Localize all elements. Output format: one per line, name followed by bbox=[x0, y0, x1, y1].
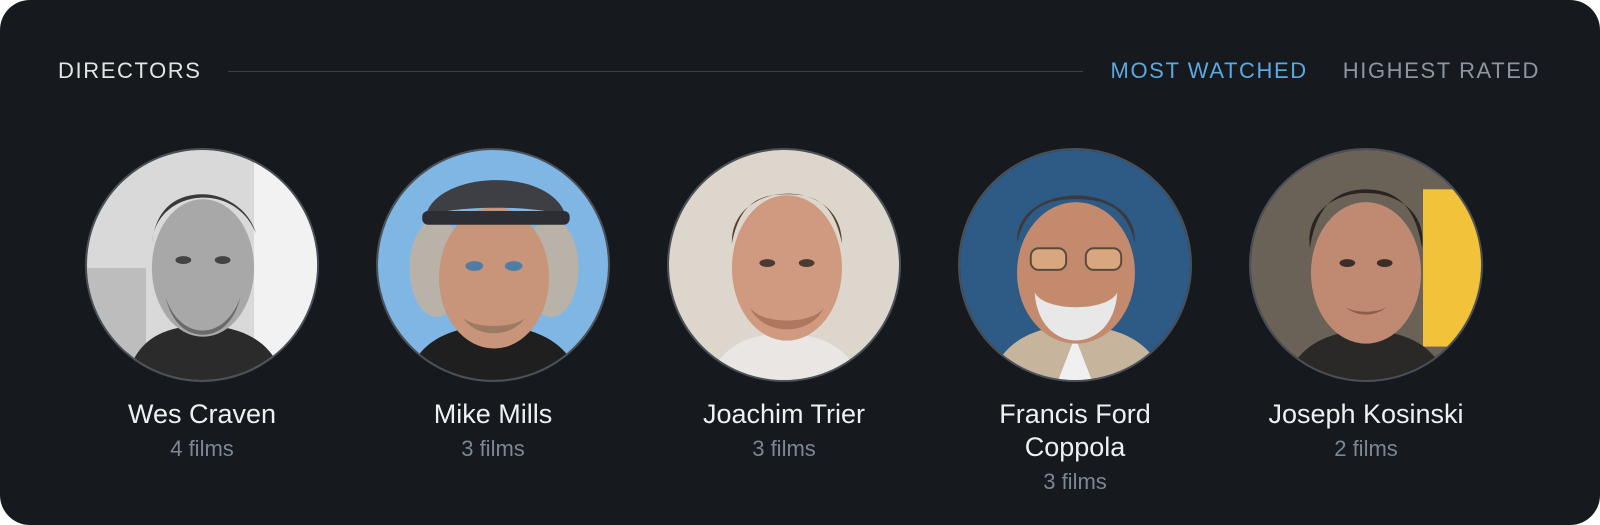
director-photo[interactable] bbox=[376, 148, 610, 382]
director-item-francis-ford-coppola[interactable]: Francis Ford Coppola 3 films bbox=[945, 148, 1205, 496]
portrait-bw-icon bbox=[87, 150, 317, 380]
portrait-glasses-icon bbox=[960, 150, 1190, 380]
portrait-icon bbox=[1251, 150, 1481, 380]
director-film-count: 3 films bbox=[1043, 469, 1107, 494]
directors-list: Wes Craven 4 films Mike Mills 3 films Jo… bbox=[0, 148, 1600, 508]
portrait-icon bbox=[669, 150, 899, 380]
director-name: Francis Ford Coppola bbox=[999, 399, 1151, 462]
director-item-mike-mills[interactable]: Mike Mills 3 films bbox=[363, 148, 623, 463]
tab-most-watched[interactable]: MOST WATCHED bbox=[1111, 58, 1308, 84]
director-film-count: 3 films bbox=[752, 436, 816, 461]
portrait-cap-icon bbox=[378, 150, 608, 380]
director-item-joachim-trier[interactable]: Joachim Trier 3 films bbox=[654, 148, 914, 463]
header-divider bbox=[227, 70, 1083, 72]
tab-highest-rated[interactable]: HIGHEST RATED bbox=[1343, 58, 1540, 84]
director-name: Mike Mills bbox=[433, 399, 553, 429]
director-film-count: 4 films bbox=[170, 436, 234, 461]
section-title: DIRECTORS bbox=[58, 58, 202, 83]
director-photo[interactable] bbox=[958, 148, 1192, 382]
director-name: Joachim Trier bbox=[702, 399, 866, 429]
director-name: Joseph Kosinski bbox=[1268, 399, 1464, 429]
directors-header: DIRECTORS MOST WATCHED HIGHEST RATED bbox=[58, 56, 1540, 86]
director-film-count: 2 films bbox=[1334, 436, 1398, 461]
director-photo[interactable] bbox=[1249, 148, 1483, 382]
director-film-count: 3 films bbox=[461, 436, 525, 461]
director-photo[interactable] bbox=[667, 148, 901, 382]
director-item-joseph-kosinski[interactable]: Joseph Kosinski 2 films bbox=[1236, 148, 1496, 463]
directors-card: DIRECTORS MOST WATCHED HIGHEST RATED Wes… bbox=[0, 0, 1600, 525]
director-name: Wes Craven bbox=[127, 399, 277, 429]
director-photo[interactable] bbox=[85, 148, 319, 382]
director-item-wes-craven[interactable]: Wes Craven 4 films bbox=[72, 148, 332, 463]
